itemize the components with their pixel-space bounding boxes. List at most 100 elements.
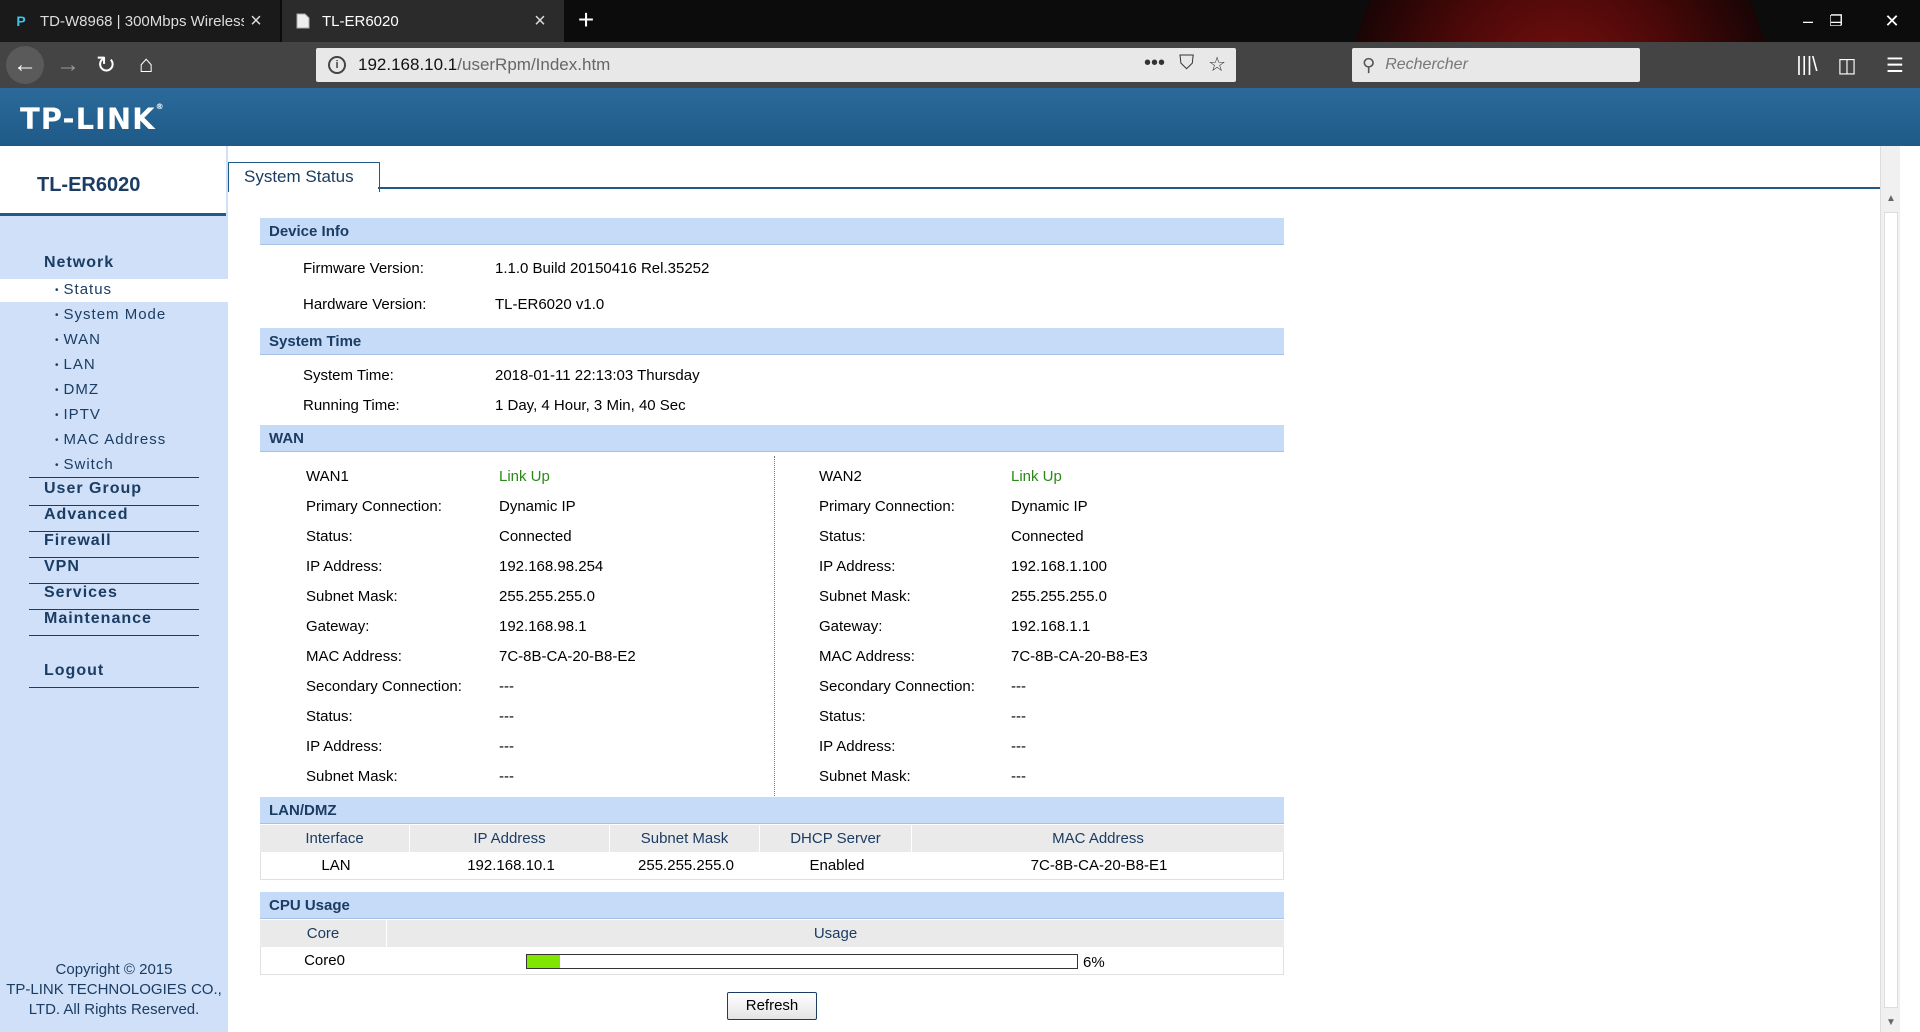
table-row: LAN 192.168.10.1 255.255.255.0 Enabled 7… xyxy=(260,852,1284,880)
search-input[interactable]: ⚲ Rechercher xyxy=(1352,48,1640,82)
system-time-value: 2018-01-11 22:13:03 Thursday xyxy=(495,367,700,384)
main-content: System Status Device Info Firmware Versi… xyxy=(228,146,1900,1032)
sidebar-group-firewall[interactable]: Firewall xyxy=(29,532,199,558)
sidebar-group-user-group[interactable]: User Group xyxy=(29,480,199,506)
back-arrow-icon[interactable]: ← xyxy=(6,46,44,84)
tab-system-status[interactable]: System Status xyxy=(228,162,380,192)
hamburger-menu-icon[interactable]: ☰ xyxy=(1878,50,1912,80)
sidebar: TL-ER6020 Network • Status • System Mode •… xyxy=(0,146,228,1032)
col-core: Core xyxy=(260,920,387,947)
hardware-label: Hardware Version: xyxy=(303,296,427,313)
wan1-field-label: Status: xyxy=(306,708,353,725)
wan2-field-value: --- xyxy=(1011,708,1026,725)
sidebar-item-status[interactable]: • Status xyxy=(55,281,112,298)
system-time-label: System Time: xyxy=(303,367,394,384)
pocket-icon[interactable]: ⛉ xyxy=(1179,52,1194,77)
wan2-field-label: IP Address: xyxy=(819,738,896,755)
lan-table-header: Interface IP Address Subnet Mask DHCP Se… xyxy=(260,825,1284,852)
reload-icon[interactable]: ↻ xyxy=(88,48,124,82)
lan-dhcp: Enabled xyxy=(809,857,865,874)
url-bar[interactable]: i 192.168.10.1/userRpm/Index.htm ••• ⛉ ☆ xyxy=(316,48,1236,82)
url-path: /userRpm/Index.htm xyxy=(457,55,611,74)
browser-tab-2[interactable]: TL-ER6020 × xyxy=(282,0,564,42)
section-lan-dmz: LAN/DMZ xyxy=(260,797,1284,824)
wan1-field-value: 7C-8B-CA-20-B8-E2 xyxy=(499,648,636,665)
tplink-logo: TP-LINK® xyxy=(20,102,165,136)
sidebar-group-vpn[interactable]: VPN xyxy=(29,558,199,584)
sidebar-item-system-mode[interactable]: • System Mode xyxy=(55,306,166,323)
vertical-scrollbar[interactable]: ▲ ▼ xyxy=(1880,146,1900,1032)
page-favicon-icon xyxy=(294,12,312,30)
wan2-name: WAN2 xyxy=(819,468,862,485)
col-usage: Usage xyxy=(813,925,858,942)
theme-decoration xyxy=(1350,0,1770,42)
wan1-field-label: Gateway: xyxy=(306,618,370,635)
new-tab-icon[interactable]: + xyxy=(570,4,602,36)
scroll-thumb[interactable] xyxy=(1884,212,1898,1008)
browser-tab-1[interactable]: P TD-W8968 | 300Mbps Wireless × xyxy=(0,0,280,42)
wan2-field-label: Status: xyxy=(819,528,866,545)
logout-link[interactable]: Logout xyxy=(29,662,199,688)
cpu-table-header: Core Usage xyxy=(260,920,1284,947)
wan2-field-value: --- xyxy=(1011,678,1026,695)
close-tab-icon[interactable]: × xyxy=(244,10,268,33)
sidebar-group-network[interactable]: Network xyxy=(44,254,114,272)
restore-window-icon[interactable]: ❐ xyxy=(1808,0,1864,42)
close-window-icon[interactable]: ✕ xyxy=(1864,0,1920,42)
sidebar-item-iptv[interactable]: • IPTV xyxy=(55,406,101,423)
wan1-field-value: 255.255.255.0 xyxy=(499,588,595,605)
wan1-field-label: IP Address: xyxy=(306,738,383,755)
cpu-usage-bar xyxy=(526,954,1078,969)
wan1-field-value: --- xyxy=(499,768,514,785)
model-box: TL-ER6020 xyxy=(0,146,226,216)
wan2-field-value: --- xyxy=(1011,768,1026,785)
wan2-field-label: MAC Address: xyxy=(819,648,915,665)
wan2-field-value: Connected xyxy=(1011,528,1084,545)
wan2-link-status: Link Up xyxy=(1011,468,1062,485)
refresh-button[interactable]: Refresh xyxy=(727,992,817,1020)
lan-mac: 7C-8B-CA-20-B8-E1 xyxy=(1030,857,1168,874)
cpu-core-name: Core0 xyxy=(304,952,345,969)
sidebar-item-mac-address[interactable]: • MAC Address xyxy=(55,431,166,448)
bookmark-star-icon[interactable]: ☆ xyxy=(1208,52,1226,77)
cpu-usage-fill xyxy=(527,955,560,968)
col-interface: Interface xyxy=(260,825,410,852)
wan1-field-label: Subnet Mask: xyxy=(306,588,398,605)
browser-tab-bar: P TD-W8968 | 300Mbps Wireless × TL-ER602… xyxy=(0,0,1920,42)
scroll-up-icon[interactable]: ▲ xyxy=(1881,190,1901,208)
sidebar-toggle-icon[interactable]: ◫ xyxy=(1830,50,1864,80)
wan1-field-value: Connected xyxy=(499,528,572,545)
wan2-field-label: Primary Connection: xyxy=(819,498,955,515)
scroll-down-icon[interactable]: ▼ xyxy=(1881,1014,1901,1032)
site-info-icon[interactable]: i xyxy=(328,56,346,74)
wan2-field-label: Subnet Mask: xyxy=(819,768,911,785)
wan2-field-label: Gateway: xyxy=(819,618,883,635)
sidebar-group-maintenance[interactable]: Maintenance xyxy=(29,610,199,636)
close-tab-icon[interactable]: × xyxy=(528,10,552,33)
sidebar-item-wan[interactable]: • WAN xyxy=(55,331,101,348)
wan2-field-value: 7C-8B-CA-20-B8-E3 xyxy=(1011,648,1148,665)
firmware-value: 1.1.0 Build 20150416 Rel.35252 xyxy=(495,260,710,277)
sidebar-item-lan[interactable]: • LAN xyxy=(55,356,96,373)
wan2-field-label: Status: xyxy=(819,708,866,725)
col-mac-address: MAC Address xyxy=(1052,830,1144,847)
wan1-field-label: Primary Connection: xyxy=(306,498,442,515)
wan1-field-label: Secondary Connection: xyxy=(306,678,462,695)
home-icon[interactable]: ⌂ xyxy=(128,48,164,82)
page-actions-icon[interactable]: ••• xyxy=(1144,52,1165,77)
wan1-field-label: IP Address: xyxy=(306,558,383,575)
wan1-field-label: Subnet Mask: xyxy=(306,768,398,785)
tab-title: TL-ER6020 xyxy=(322,12,399,30)
sidebar-group-services[interactable]: Services xyxy=(29,584,199,610)
forward-arrow-icon[interactable]: → xyxy=(50,48,86,82)
wan1-field-value: --- xyxy=(499,738,514,755)
wan2-field-value: 192.168.1.1 xyxy=(1011,618,1091,635)
sidebar-group-advanced[interactable]: Advanced xyxy=(29,506,199,532)
col-ip-address: IP Address xyxy=(410,825,610,852)
tab-underline xyxy=(378,187,1900,189)
wan-divider xyxy=(774,456,775,796)
wan1-field-value: --- xyxy=(499,678,514,695)
sidebar-item-dmz[interactable]: • DMZ xyxy=(55,381,99,398)
library-icon[interactable]: |||\ xyxy=(1790,50,1824,80)
copyright-line: TP-LINK TECHNOLOGIES CO., xyxy=(6,981,222,998)
